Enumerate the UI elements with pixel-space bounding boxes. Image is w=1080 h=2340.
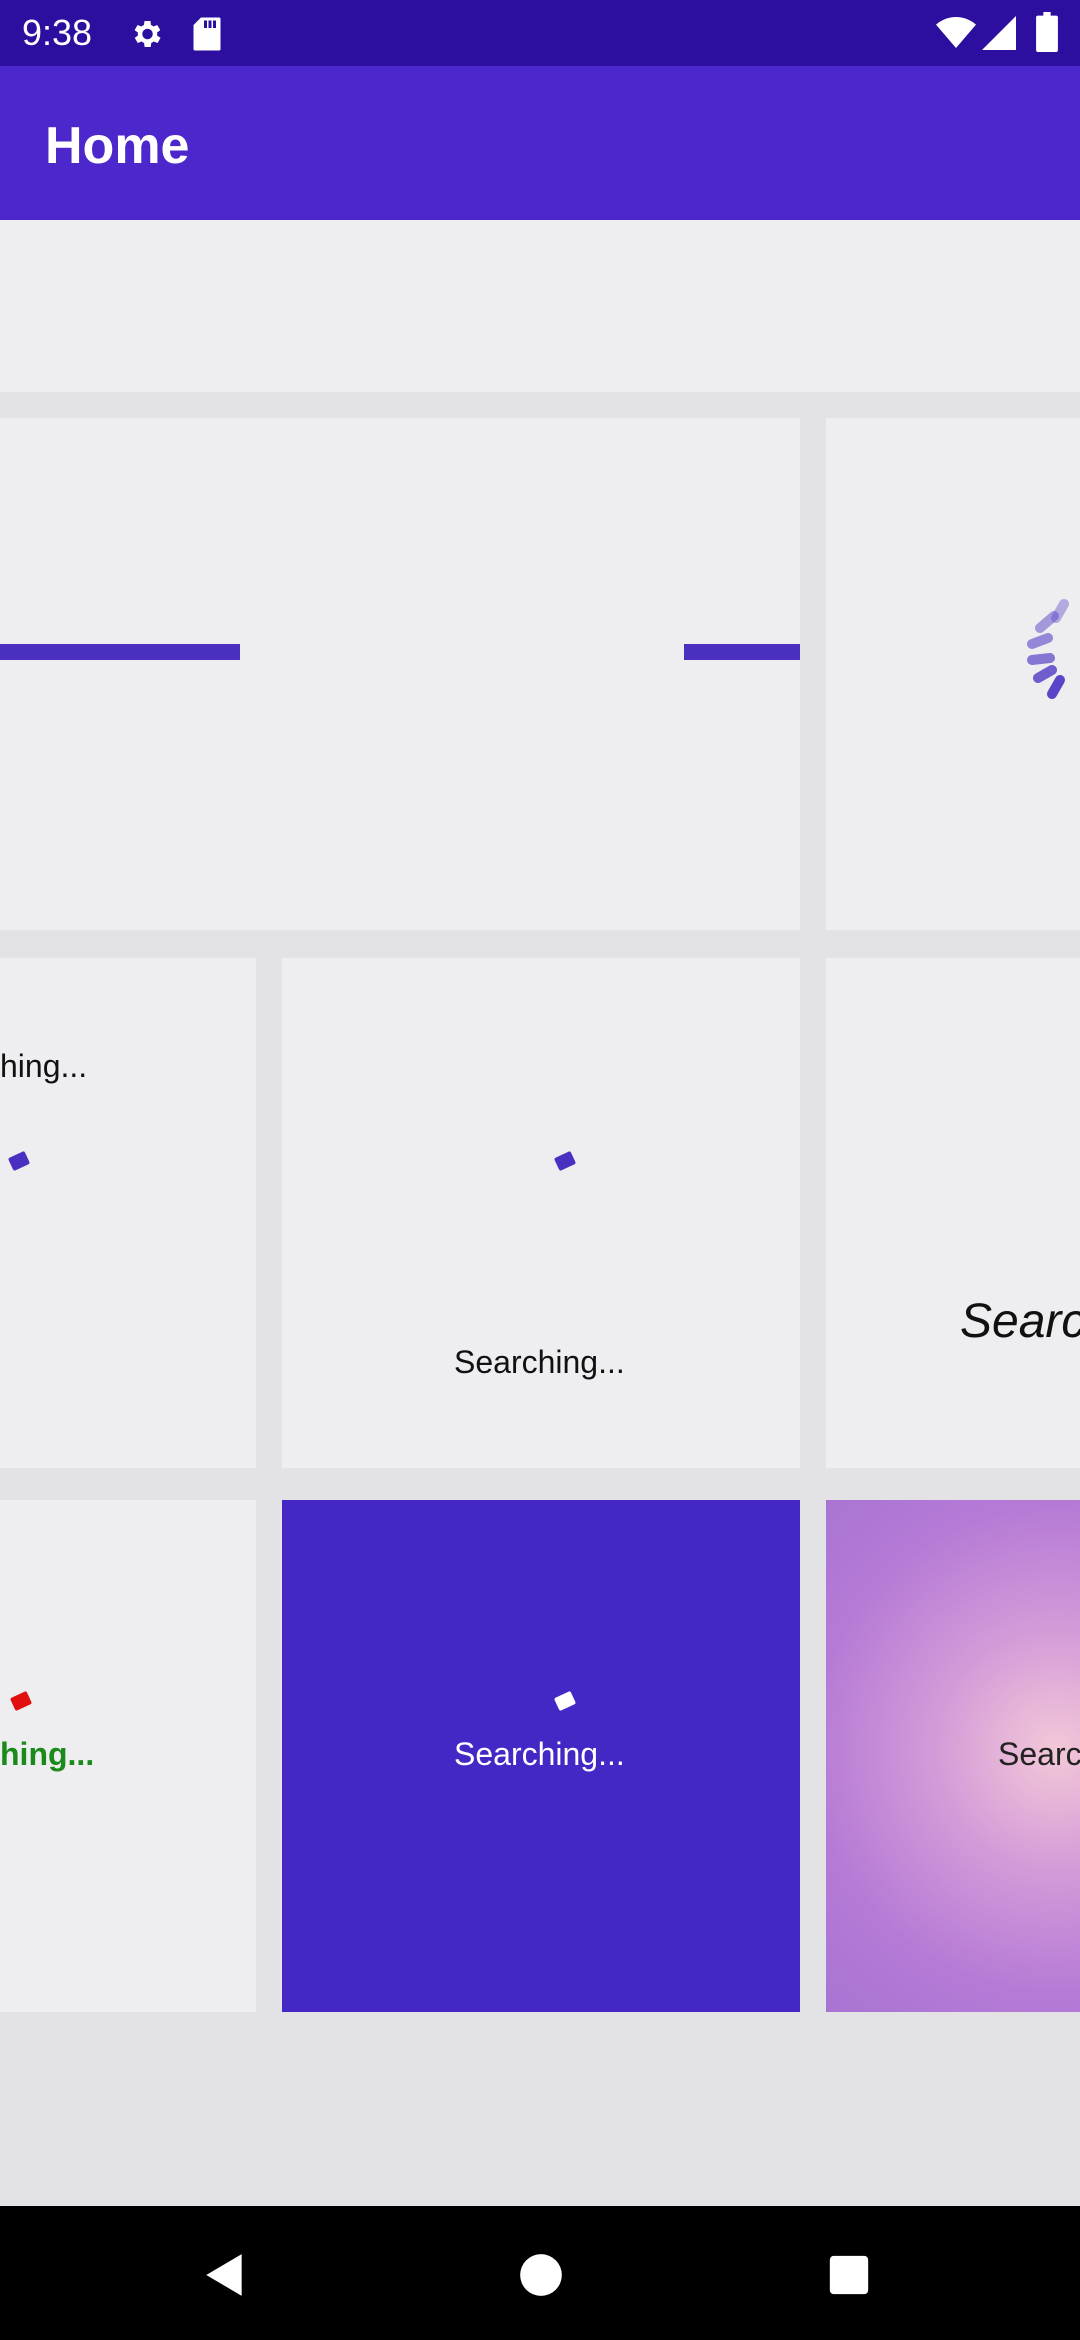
progress-dot-red	[9, 1690, 33, 1712]
linear-progress-bar-left	[0, 644, 240, 660]
app-title: Home	[45, 117, 190, 175]
searching-label-italic: Searc	[960, 1295, 1080, 1348]
back-icon[interactable]	[200, 2250, 250, 2300]
searching-label-green: hing...	[0, 1736, 95, 1772]
recents-icon[interactable]	[826, 2252, 872, 2298]
spinner-tile[interactable]	[826, 418, 1080, 930]
navigation-bar	[0, 2206, 1080, 2340]
home-icon[interactable]	[516, 2250, 566, 2300]
searching-tile-1[interactable]: hing...	[0, 958, 256, 1468]
signal-icon	[982, 16, 1016, 50]
searching-tile-purple[interactable]: Searching...	[282, 1500, 800, 2012]
linear-progress-bar-right	[684, 644, 800, 660]
sd-card-icon	[193, 17, 221, 51]
progress-dot	[7, 1150, 31, 1172]
searching-label: Searching...	[454, 1344, 625, 1380]
wifi-icon	[936, 17, 976, 48]
progress-dot-white	[553, 1690, 577, 1712]
linear-progress-tile[interactable]	[0, 418, 800, 930]
searching-tile-2[interactable]: Searching...	[282, 958, 800, 1468]
status-time: 9:38	[22, 12, 93, 53]
searching-tile-gradient[interactable]: Searc	[826, 1500, 1080, 2012]
settings-icon	[134, 20, 161, 48]
searching-label-white: Searching...	[454, 1736, 625, 1772]
progress-dot	[553, 1150, 577, 1172]
tile-grid-container[interactable]: hing... Searching... Searc hing... Searc…	[0, 220, 1080, 2206]
app-bar: Home	[0, 66, 1080, 220]
searching-tile-4[interactable]: hing...	[0, 1500, 256, 2012]
searching-label-dark: Searc	[998, 1736, 1080, 1772]
searching-label: hing...	[0, 1048, 88, 1084]
battery-icon	[1036, 12, 1058, 52]
searching-tile-3[interactable]: Searc	[826, 958, 1080, 1468]
loading-spinner-icon	[1027, 599, 1069, 699]
status-bar: 9:38	[0, 0, 1080, 66]
